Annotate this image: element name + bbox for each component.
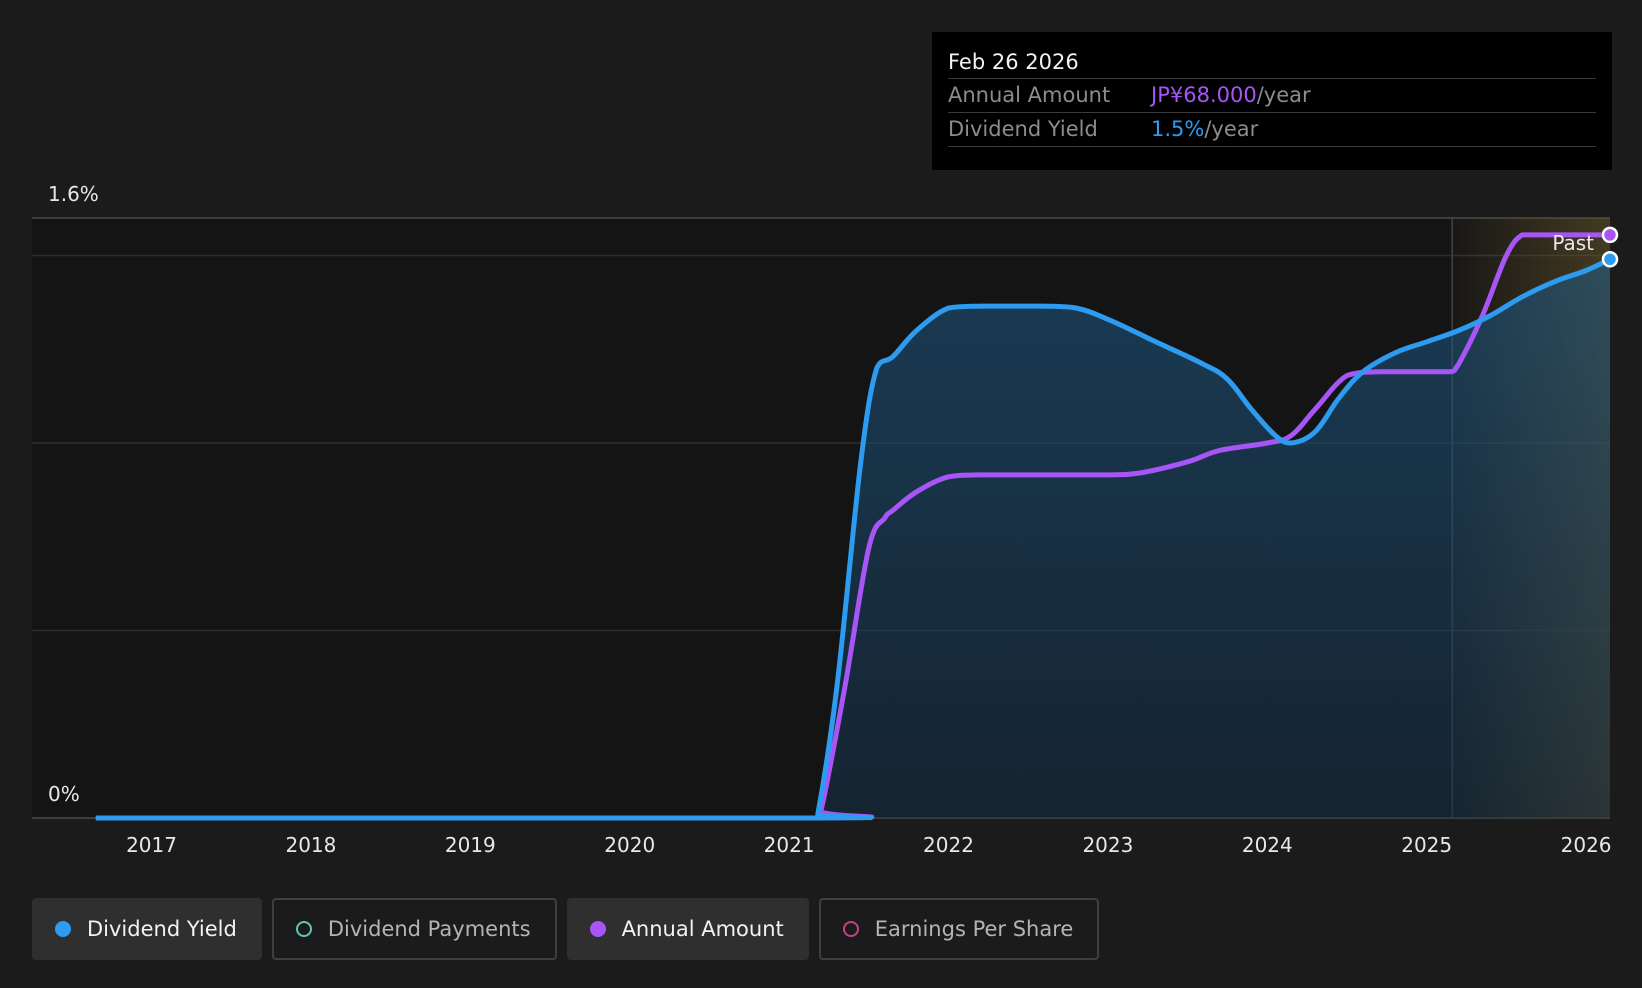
tooltip-unit: /year bbox=[1204, 117, 1259, 141]
y-tick-label: 1.6% bbox=[48, 182, 99, 206]
dividend-yield-end-marker bbox=[1601, 251, 1619, 268]
x-tick-label: 2021 bbox=[764, 833, 815, 857]
tooltip-value: JP¥68.000 bbox=[1151, 83, 1257, 107]
tooltip-date: Feb 26 2026 bbox=[948, 46, 1596, 79]
x-tick-label: 2019 bbox=[445, 833, 496, 857]
annual-amount-end-marker bbox=[1601, 226, 1619, 244]
tooltip-value: 1.5% bbox=[1151, 117, 1205, 141]
x-tick-label: 2024 bbox=[1242, 833, 1293, 857]
legend-label: Earnings Per Share bbox=[874, 917, 1074, 941]
x-tick-label: 2025 bbox=[1401, 833, 1452, 857]
legend-dot-icon bbox=[55, 921, 71, 937]
past-label: Past bbox=[1552, 231, 1594, 255]
tooltip-row-dividend-yield: Dividend Yield 1.5% /year bbox=[948, 113, 1596, 147]
x-tick-label: 2022 bbox=[923, 833, 974, 857]
legend-item-dividend-payments[interactable]: Dividend Payments bbox=[271, 898, 557, 960]
legend-label: Dividend Payments bbox=[327, 917, 531, 941]
tooltip-key: Dividend Yield bbox=[948, 117, 1098, 141]
legend-dot-icon bbox=[842, 921, 859, 937]
legend-item-dividend-yield[interactable]: Dividend Yield bbox=[32, 898, 262, 960]
tooltip-unit: /year bbox=[1256, 83, 1311, 107]
tooltip: Feb 26 2026 Annual Amount JP¥68.000 /yea… bbox=[932, 32, 1612, 170]
tooltip-row-annual-amount: Annual Amount JP¥68.000 /year bbox=[948, 79, 1596, 113]
legend: Dividend Yield Dividend Payments Annual … bbox=[32, 898, 1100, 960]
legend-label: Dividend Yield bbox=[87, 917, 237, 941]
x-tick-label: 2023 bbox=[1082, 833, 1133, 857]
legend-label: Annual Amount bbox=[621, 917, 784, 941]
x-tick-label: 2017 bbox=[126, 833, 177, 857]
x-tick-label: 2026 bbox=[1561, 833, 1612, 857]
tooltip-key: Annual Amount bbox=[948, 83, 1111, 107]
x-tick-label: 2018 bbox=[285, 833, 336, 857]
legend-dot-icon bbox=[295, 921, 312, 937]
x-tick-label: 2020 bbox=[604, 833, 655, 857]
legend-item-earnings-per-share[interactable]: Earnings Per Share bbox=[818, 898, 1100, 960]
y-tick-label: 0% bbox=[48, 782, 80, 806]
legend-dot-icon bbox=[589, 921, 606, 937]
legend-item-annual-amount[interactable]: Annual Amount bbox=[566, 898, 809, 960]
